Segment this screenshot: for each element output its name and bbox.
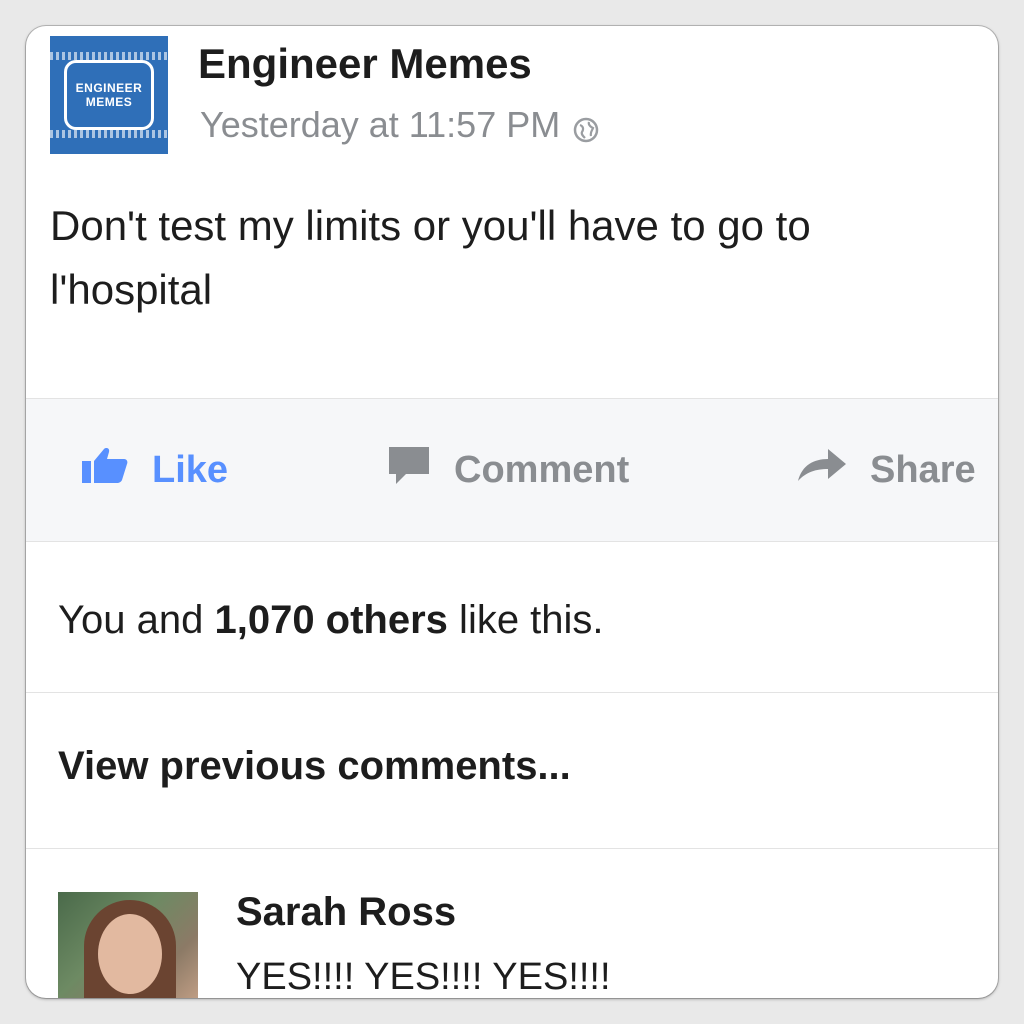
share-label: Share — [870, 448, 976, 491]
thumbs-up-icon — [80, 445, 152, 495]
post-timestamp[interactable]: Yesterday at 11:57 PM — [200, 104, 600, 146]
avatar-logo: ENGINEER MEMES — [64, 60, 154, 130]
commenter-name[interactable]: Sarah Ross — [236, 890, 456, 935]
post-text: Don't test my limits or you'll have to g… — [50, 202, 811, 313]
avatar-decoration — [50, 52, 168, 60]
avatar-logo-line1: ENGINEER — [75, 81, 143, 95]
avatar-decoration — [50, 130, 168, 138]
likes-count: 1,070 others — [214, 598, 448, 642]
like-button[interactable]: Like — [80, 399, 228, 541]
share-arrow-icon — [796, 447, 870, 493]
likes-suffix: like this. — [447, 598, 604, 642]
likes-summary[interactable]: You and 1,070 others like this. — [26, 540, 998, 693]
speech-bubble-icon — [386, 444, 454, 496]
comment-text: YES!!!! YES!!!! YES!!!! — [236, 956, 611, 998]
avatar-logo-line2: MEMES — [85, 95, 133, 109]
post-card: ENGINEER MEMES Engineer Memes Yesterday … — [26, 26, 998, 998]
like-label: Like — [152, 448, 229, 491]
page-name[interactable]: Engineer Memes — [198, 40, 532, 88]
post-header: ENGINEER MEMES Engineer Memes Yesterday … — [26, 26, 998, 196]
comment-label: Comment — [454, 448, 630, 491]
comment-button[interactable]: Comment — [386, 399, 629, 541]
view-previous-comments-link[interactable]: View previous comments... — [58, 744, 571, 789]
view-previous-comments-row: View previous comments... — [26, 692, 998, 849]
avatar[interactable] — [58, 892, 198, 998]
page-avatar[interactable]: ENGINEER MEMES — [50, 36, 168, 154]
likes-prefix: You and — [58, 598, 215, 642]
likes-text: You and 1,070 others like this. — [58, 598, 604, 643]
comment-item: Sarah Ross YES!!!! YES!!!! YES!!!! — [26, 848, 998, 998]
timestamp-text: Yesterday at 11:57 PM — [200, 104, 561, 145]
avatar-face — [98, 914, 162, 994]
globe-icon — [572, 111, 600, 143]
share-button[interactable]: Share — [796, 399, 976, 541]
action-bar: Like Comment Share — [26, 398, 998, 542]
